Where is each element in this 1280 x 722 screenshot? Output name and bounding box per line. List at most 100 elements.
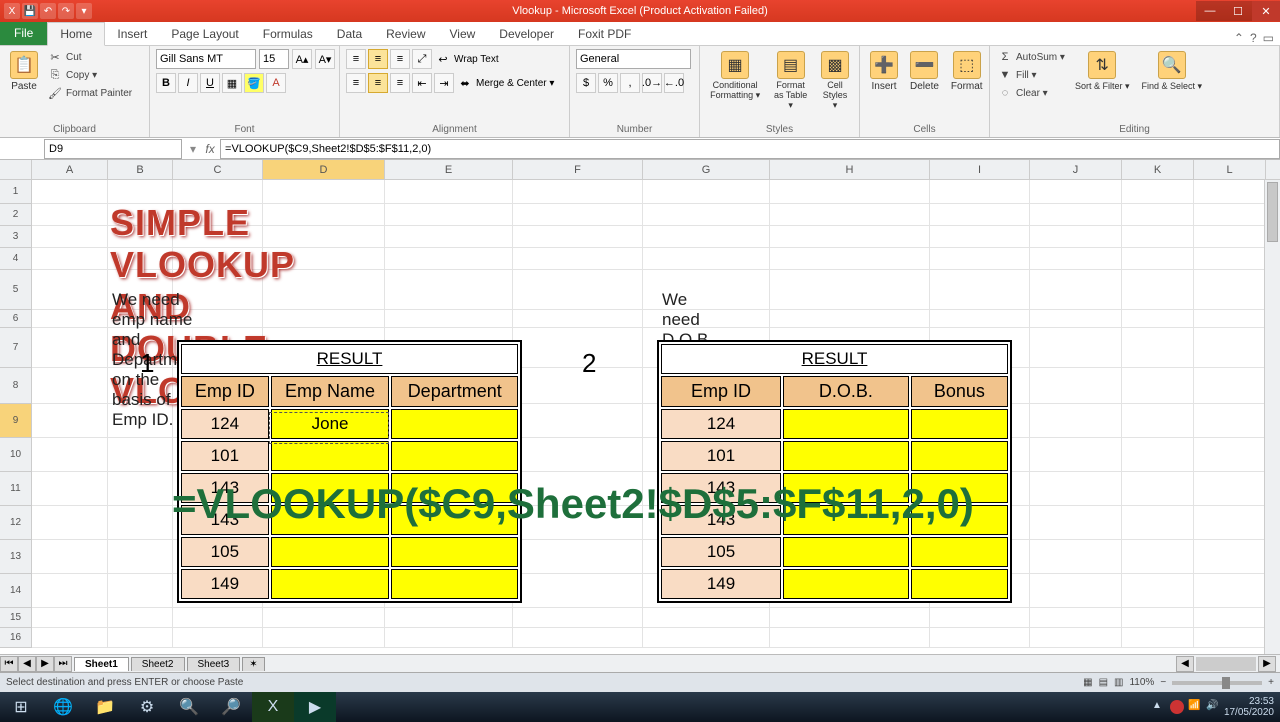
decrease-decimal-button[interactable]: ←.0	[664, 73, 684, 93]
zoom-in-button[interactable]: +	[1268, 677, 1274, 688]
cell-g14[interactable]: 149	[661, 569, 781, 599]
cell-h14[interactable]	[783, 569, 909, 599]
cell-d9[interactable]: Jone	[271, 409, 390, 439]
tab-insert[interactable]: Insert	[105, 23, 159, 45]
border-button[interactable]: ▦	[222, 73, 242, 93]
format-painter-button[interactable]: 🖌Format Painter	[46, 85, 134, 101]
paste-button[interactable]: 📋Paste	[6, 49, 42, 94]
number-format-combo[interactable]: General	[576, 49, 691, 69]
increase-indent-button[interactable]: ⇥	[434, 73, 454, 93]
tray-record-icon[interactable]	[1170, 700, 1184, 714]
align-left-button[interactable]: ≡	[346, 73, 366, 93]
taskbar-app-3[interactable]: ⚙	[126, 692, 168, 722]
decrease-font-button[interactable]: A▾	[315, 49, 335, 69]
col-header[interactable]: A	[32, 160, 108, 179]
taskbar-excel[interactable]: X	[252, 692, 294, 722]
wrap-text-button[interactable]: ↩Wrap Text	[434, 49, 501, 69]
orientation-button[interactable]: ⤢	[412, 49, 432, 69]
col-header[interactable]: J	[1030, 160, 1122, 179]
tab-page-layout[interactable]: Page Layout	[159, 23, 250, 45]
cell-d14[interactable]	[271, 569, 390, 599]
row-header[interactable]: 11	[0, 472, 32, 506]
insert-cells-button[interactable]: ➕Insert	[866, 49, 902, 94]
comma-button[interactable]: ,	[620, 73, 640, 93]
tab-view[interactable]: View	[438, 23, 488, 45]
tray-icon[interactable]: ▲	[1152, 700, 1166, 714]
cell-c13[interactable]: 105	[181, 537, 269, 567]
qat-more-icon[interactable]: ▾	[76, 3, 92, 19]
conditional-formatting-button[interactable]: ▦Conditional Formatting ▾	[706, 49, 764, 103]
select-all-button[interactable]	[0, 160, 32, 179]
taskbar-app-5[interactable]: 🔎	[210, 692, 252, 722]
save-icon[interactable]: 💾	[22, 3, 38, 19]
row-header[interactable]: 5	[0, 270, 32, 310]
maximize-button[interactable]: ☐	[1224, 1, 1252, 21]
col-header[interactable]: I	[930, 160, 1030, 179]
view-layout-icon[interactable]: ▤	[1099, 677, 1108, 688]
row-header[interactable]: 3	[0, 226, 32, 248]
view-pagebreak-icon[interactable]: ▥	[1114, 677, 1123, 688]
cell-i10[interactable]	[911, 441, 1008, 471]
font-color-button[interactable]: A	[266, 73, 286, 93]
sort-filter-button[interactable]: ⇅Sort & Filter ▾	[1071, 49, 1134, 94]
increase-decimal-button[interactable]: .0→	[642, 73, 662, 93]
row-header[interactable]: 1	[0, 180, 32, 204]
hscroll-track[interactable]	[1196, 657, 1256, 671]
align-top-button[interactable]: ≡	[346, 49, 366, 69]
minimize-button[interactable]: —	[1196, 1, 1224, 21]
cell-d13[interactable]	[271, 537, 390, 567]
sheet-nav-next[interactable]: ▶	[36, 656, 54, 672]
scrollbar-thumb[interactable]	[1267, 182, 1278, 242]
fx-icon[interactable]: fx	[200, 142, 220, 156]
tray-volume-icon[interactable]: 🔊	[1206, 700, 1220, 714]
tab-home[interactable]: Home	[47, 22, 105, 46]
bold-button[interactable]: B	[156, 73, 176, 93]
zoom-out-button[interactable]: −	[1160, 677, 1166, 688]
hscroll-left[interactable]: ◀	[1176, 656, 1194, 672]
taskbar-app-6[interactable]: ▶	[294, 692, 336, 722]
cell-e13[interactable]	[391, 537, 518, 567]
cell-styles-button[interactable]: ▩Cell Styles ▾	[817, 49, 853, 113]
tab-foxit[interactable]: Foxit PDF	[566, 23, 643, 45]
cell-g10[interactable]: 101	[661, 441, 781, 471]
taskbar-app-2[interactable]: 📁	[84, 692, 126, 722]
merge-center-button[interactable]: ⬌Merge & Center ▾	[456, 73, 556, 93]
italic-button[interactable]: I	[178, 73, 198, 93]
cell-c10[interactable]: 101	[181, 441, 269, 471]
tab-developer[interactable]: Developer	[487, 23, 566, 45]
close-button[interactable]: ✕	[1252, 1, 1280, 21]
autosum-button[interactable]: ΣAutoSum ▾	[996, 49, 1067, 65]
row-header[interactable]: 9	[0, 404, 32, 438]
row-header[interactable]: 15	[0, 608, 32, 628]
format-as-table-button[interactable]: ▤Format as Table ▾	[768, 49, 813, 113]
decrease-indent-button[interactable]: ⇤	[412, 73, 432, 93]
fill-color-button[interactable]: 🪣	[244, 73, 264, 93]
window-controls-icon[interactable]: ▭	[1263, 31, 1274, 45]
tab-formulas[interactable]: Formulas	[251, 23, 325, 45]
row-header[interactable]: 10	[0, 438, 32, 472]
clock-time[interactable]: 23:53	[1224, 696, 1274, 707]
help-icon[interactable]: ?	[1250, 31, 1257, 45]
format-cells-button[interactable]: ⬚Format	[947, 49, 987, 94]
row-header[interactable]: 16	[0, 628, 32, 648]
cell-g13[interactable]: 105	[661, 537, 781, 567]
col-header[interactable]: B	[108, 160, 173, 179]
fill-button[interactable]: ▼Fill ▾	[996, 67, 1067, 83]
row-header[interactable]: 13	[0, 540, 32, 574]
col-header[interactable]: H	[770, 160, 930, 179]
view-normal-icon[interactable]: ▦	[1083, 677, 1092, 688]
align-center-button[interactable]: ≡	[368, 73, 388, 93]
row-header[interactable]: 12	[0, 506, 32, 540]
cell-i13[interactable]	[911, 537, 1008, 567]
cell-h9[interactable]	[783, 409, 909, 439]
cell-h10[interactable]	[783, 441, 909, 471]
zoom-slider[interactable]	[1172, 681, 1262, 685]
currency-button[interactable]: $	[576, 73, 596, 93]
start-button[interactable]: ⊞	[0, 692, 42, 722]
row-header[interactable]: 2	[0, 204, 32, 226]
ribbon-minimize-icon[interactable]: ⌃	[1234, 31, 1244, 45]
sheet-nav-prev[interactable]: ◀	[18, 656, 36, 672]
col-header[interactable]: F	[513, 160, 643, 179]
row-header[interactable]: 6	[0, 310, 32, 328]
clock-date[interactable]: 17/05/2020	[1224, 707, 1274, 718]
